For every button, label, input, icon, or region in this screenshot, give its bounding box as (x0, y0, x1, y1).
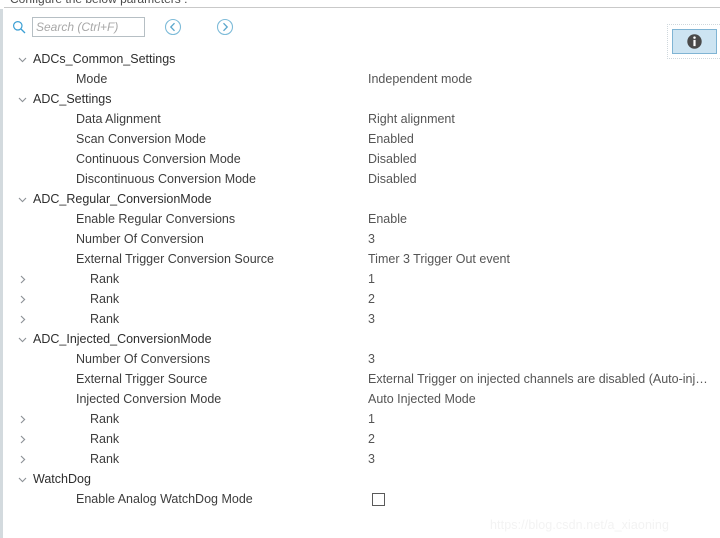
tree-row-value[interactable]: External Trigger on injected channels ar… (368, 369, 708, 389)
parameter-toolbar (3, 9, 720, 59)
chevron-right-icon[interactable] (15, 429, 29, 449)
tree-row-value[interactable]: Disabled (368, 169, 417, 189)
tree-row-label: Enable Regular Conversions (76, 212, 236, 226)
watermark: https://blog.csdn.net/a_xiaoning (490, 518, 670, 532)
tree-param-row[interactable]: Continuous Conversion Mode Disabled (3, 149, 720, 169)
tree-row-value[interactable]: Auto Injected Mode (368, 389, 476, 409)
tree-row-value[interactable]: Right alignment (368, 109, 455, 129)
parameter-panel: ADCs_Common_Settings Mode Independent mode… (0, 9, 720, 538)
tree-row-value[interactable]: 3 (368, 229, 375, 249)
tree-row-value[interactable]: Enable (368, 209, 407, 229)
chevron-right-icon[interactable] (15, 449, 29, 469)
tree-param-row[interactable]: Rank 1 (3, 269, 720, 289)
tree-row-label: Number Of Conversions (76, 352, 211, 366)
next-match-button[interactable] (215, 17, 235, 37)
chevron-right-icon[interactable] (15, 409, 29, 429)
clipped-title-strip: Configure the below parameters : (0, 0, 720, 9)
tree-row-label: Rank (90, 272, 120, 286)
tree-param-row[interactable]: External Trigger Conversion Source Timer … (3, 249, 720, 269)
tree-row-value[interactable]: Independent mode (368, 69, 472, 89)
analog-watchdog-checkbox[interactable] (372, 493, 385, 506)
tree-param-row[interactable]: Enable Regular Conversions Enable (3, 209, 720, 229)
parameter-tree[interactable]: ADCs_Common_Settings Mode Independent mode… (3, 47, 720, 517)
tree-row-value[interactable]: 2 (368, 289, 375, 309)
tree-param-row[interactable]: Mode Independent mode (3, 69, 720, 89)
tree-param-row[interactable]: Data Alignment Right alignment (3, 109, 720, 129)
tree-row-label: Number Of Conversion (76, 232, 204, 246)
tree-param-row[interactable]: Enable Analog WatchDog Mode (3, 489, 720, 509)
tree-param-row[interactable]: Rank 1 (3, 409, 720, 429)
tree-row-label: Enable Analog WatchDog Mode (76, 492, 253, 506)
tree-row-label: Rank (90, 452, 120, 466)
tree-param-row[interactable]: Rank 3 (3, 449, 720, 469)
tree-row-value[interactable]: Timer 3 Trigger Out event (368, 249, 510, 269)
tree-group-row[interactable]: ADCs_Common_Settings (3, 49, 720, 69)
tree-row-label: Scan Conversion Mode (76, 132, 206, 146)
tree-row-label: ADCs_Common_Settings (33, 52, 176, 66)
search-icon (12, 20, 26, 34)
tree-group-row[interactable]: ADC_Injected_ConversionMode (3, 329, 720, 349)
tree-param-row[interactable]: Injected Conversion Mode Auto Injected Mo… (3, 389, 720, 409)
previous-match-button[interactable] (163, 17, 183, 37)
title-divider (4, 7, 720, 8)
tree-row-label: Data Alignment (76, 112, 161, 126)
chevron-right-icon[interactable] (15, 289, 29, 309)
tree-row-value[interactable]: 3 (368, 449, 375, 469)
chevron-down-icon[interactable] (15, 189, 29, 209)
tree-row-value[interactable]: Enabled (368, 129, 414, 149)
tree-row-label: WatchDog (33, 472, 91, 486)
tree-param-row[interactable]: Number Of Conversion 3 (3, 229, 720, 249)
tree-param-row[interactable]: Rank 3 (3, 309, 720, 329)
tree-row-value[interactable]: 3 (368, 349, 375, 369)
tree-row-label: External Trigger Conversion Source (76, 252, 275, 266)
chevron-right-icon[interactable] (15, 269, 29, 289)
tree-row-label: Rank (90, 292, 120, 306)
tree-param-row[interactable]: Number Of Conversions 3 (3, 349, 720, 369)
tree-row-label: Continuous Conversion Mode (76, 152, 241, 166)
tree-row-label: Discontinuous Conversion Mode (76, 172, 256, 186)
tree-row-label: ADC_Settings (33, 92, 112, 106)
tree-row-label: ADC_Regular_ConversionMode (33, 192, 212, 206)
panel-title: Configure the below parameters : (10, 0, 187, 6)
chevron-down-icon[interactable] (15, 329, 29, 349)
chevron-down-icon[interactable] (15, 49, 29, 69)
tree-row-value[interactable]: 1 (368, 269, 375, 289)
tree-param-row[interactable]: Scan Conversion Mode Enabled (3, 129, 720, 149)
tree-row-value[interactable]: 3 (368, 309, 375, 329)
tree-param-row[interactable]: Discontinuous Conversion Mode Disabled (3, 169, 720, 189)
tree-param-row[interactable]: Rank 2 (3, 429, 720, 449)
tree-row-label: Rank (90, 312, 120, 326)
tree-row-label: Rank (90, 412, 120, 426)
tree-group-row[interactable]: ADC_Settings (3, 89, 720, 109)
chevron-right-icon[interactable] (15, 309, 29, 329)
chevron-down-icon[interactable] (15, 89, 29, 109)
tree-param-row[interactable]: External Trigger Source External Trigger … (3, 369, 720, 389)
tree-row-label: Injected Conversion Mode (76, 392, 222, 406)
tree-row-value[interactable]: 1 (368, 409, 375, 429)
chevron-down-icon[interactable] (15, 469, 29, 489)
tree-group-row[interactable]: ADC_Regular_ConversionMode (3, 189, 720, 209)
tree-row-value[interactable]: Disabled (368, 149, 417, 169)
tree-row-label: Rank (90, 432, 120, 446)
tree-param-row[interactable]: Rank 2 (3, 289, 720, 309)
search-input[interactable] (32, 17, 145, 37)
tree-row-value[interactable]: 2 (368, 429, 375, 449)
tree-row-label: ADC_Injected_ConversionMode (33, 332, 212, 346)
tree-group-row[interactable]: WatchDog (3, 469, 720, 489)
tree-row-label: Mode (76, 72, 108, 86)
tree-row-label: External Trigger Source (76, 372, 208, 386)
